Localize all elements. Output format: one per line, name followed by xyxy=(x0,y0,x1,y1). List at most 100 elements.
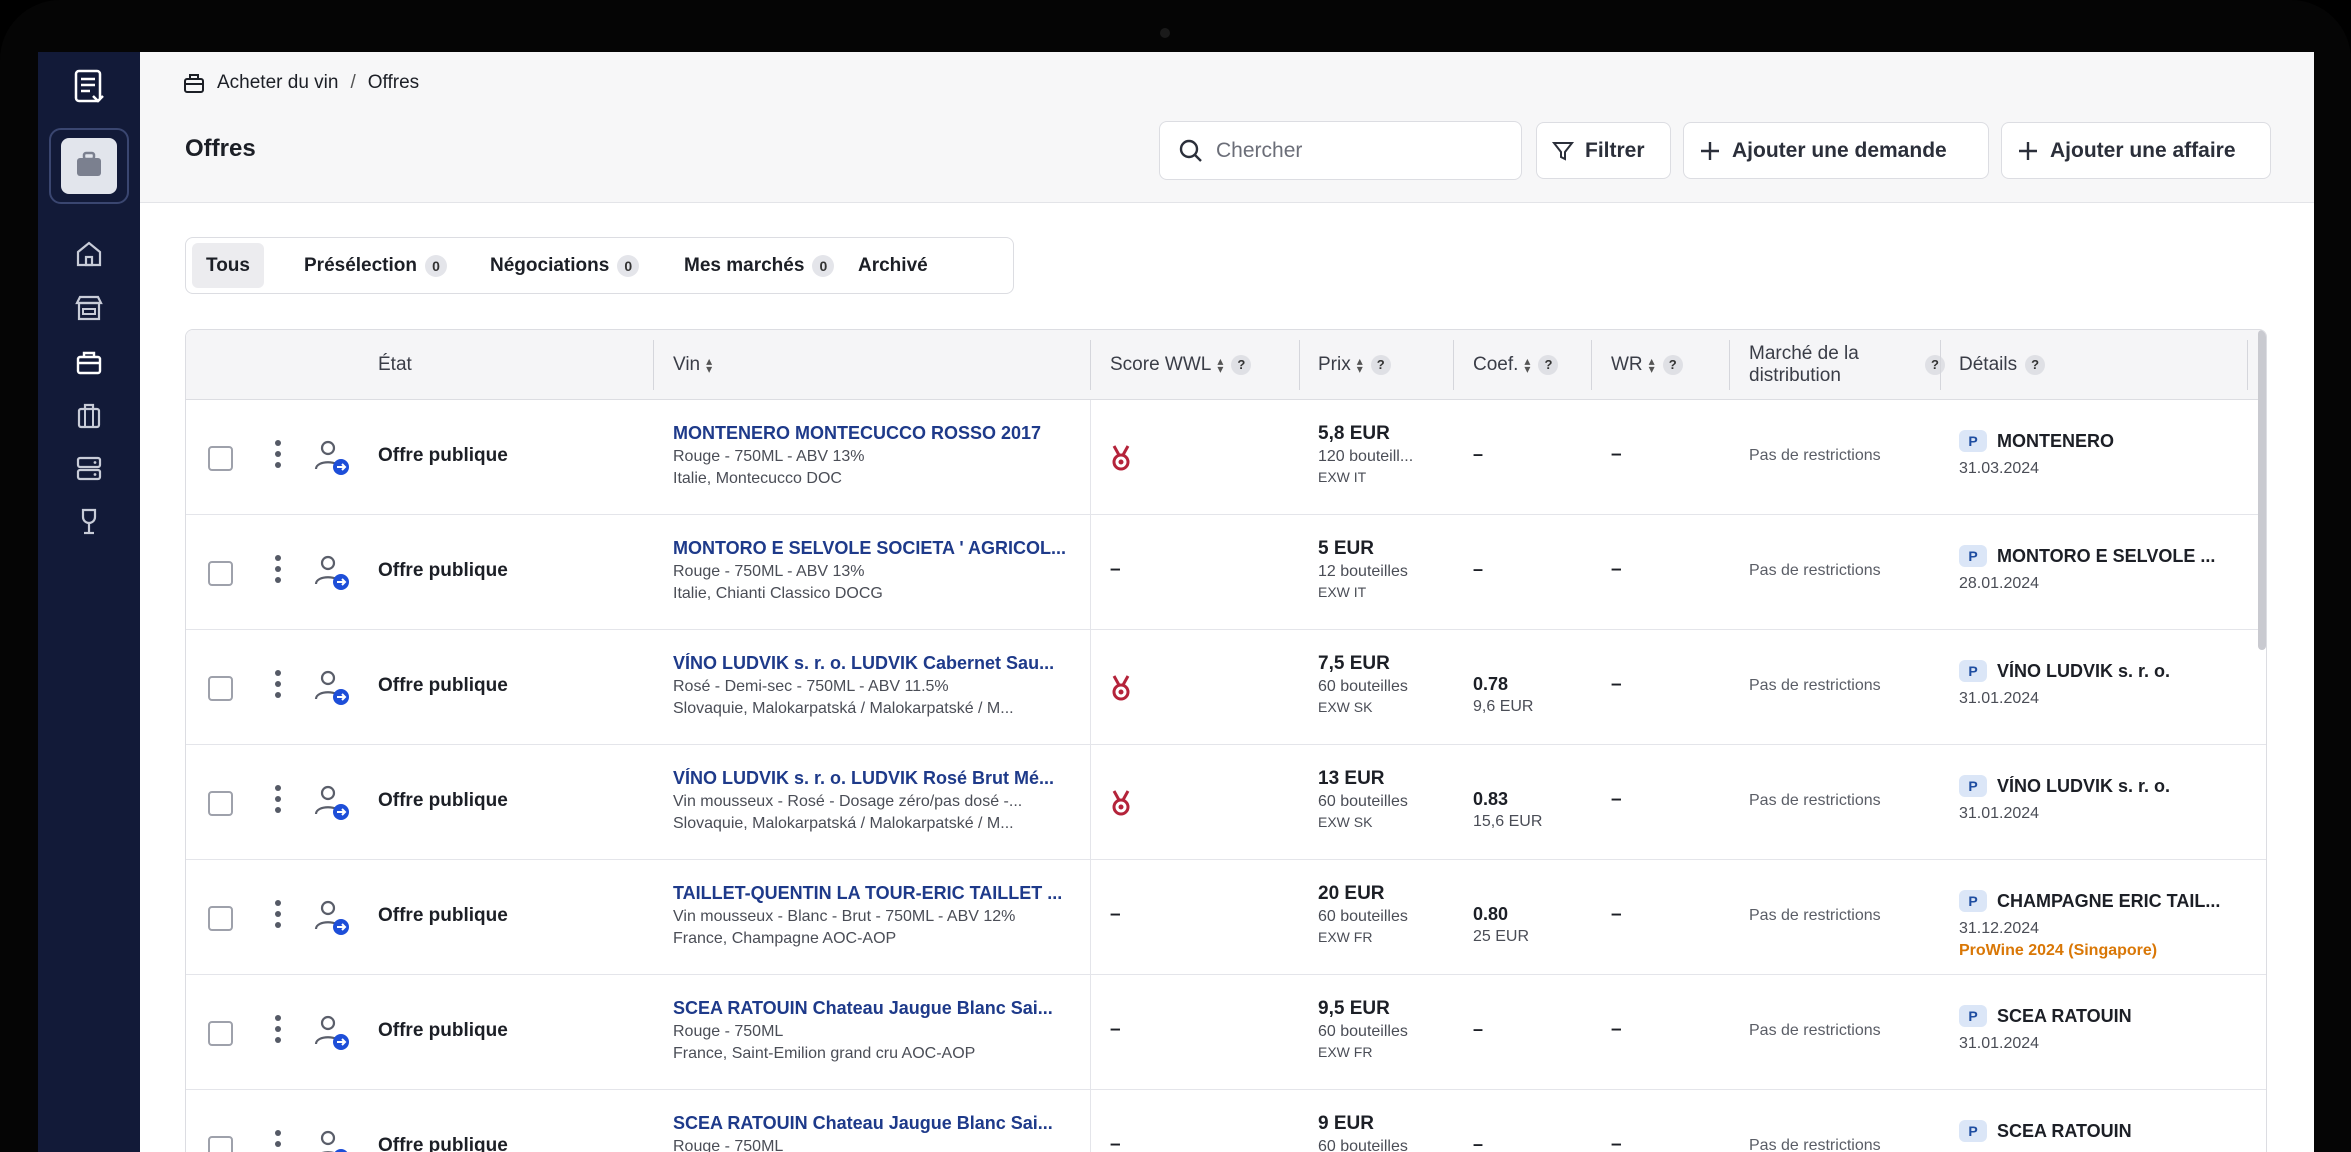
tab-negotiations-count: 0 xyxy=(617,254,640,277)
score-value: – xyxy=(1110,1019,1121,1040)
kebab-icon[interactable] xyxy=(274,900,282,934)
user-add-icon[interactable] xyxy=(312,552,352,592)
kebab-icon[interactable] xyxy=(274,1015,282,1049)
column-wine[interactable]: Vin ▴ ▾ xyxy=(673,330,712,400)
row-checkbox[interactable] xyxy=(208,446,233,471)
app-screen: Acheter du vin / Offres Offres Filtrer xyxy=(38,52,2314,1152)
column-market-label-1: Marché de la xyxy=(1749,343,1859,364)
row-checkbox[interactable] xyxy=(208,791,233,816)
row-checkbox[interactable] xyxy=(208,1136,233,1152)
kebab-icon[interactable] xyxy=(274,670,282,704)
luggage-icon[interactable] xyxy=(73,400,105,432)
kebab-icon[interactable] xyxy=(274,555,282,589)
sort-icon[interactable]: ▴ ▾ xyxy=(706,355,712,375)
filter-button[interactable]: Filtrer xyxy=(1536,122,1671,179)
help-icon[interactable]: ? xyxy=(1231,355,1252,375)
row-checkbox[interactable] xyxy=(208,676,233,701)
wine-attributes: Rouge - 750ML xyxy=(673,1138,784,1152)
column-coef[interactable]: Coef. ▴ ▾ ? xyxy=(1473,330,1559,400)
wr-value: – xyxy=(1611,904,1622,925)
column-score[interactable]: Score WWL ▴ ▾ ? xyxy=(1110,330,1252,400)
row-checkbox[interactable] xyxy=(208,906,233,931)
kebab-icon[interactable] xyxy=(274,785,282,819)
wine-name-link[interactable]: VÍNO LUDVIK s. r. o. LUDVIK Rosé Brut Mé… xyxy=(673,768,1073,789)
seller-name[interactable]: VÍNO LUDVIK s. r. o. xyxy=(1997,661,2170,682)
help-icon[interactable]: ? xyxy=(1538,355,1559,375)
cell-divider xyxy=(1090,515,1091,630)
search-box[interactable] xyxy=(1159,121,1522,180)
table-row[interactable]: Offre publique VÍNO LUDVIK s. r. o. LUDV… xyxy=(186,745,2266,860)
wine-info: MONTENERO MONTECUCCO ROSSO 2017 Rouge - … xyxy=(673,423,1073,488)
scrollbar[interactable] xyxy=(2258,330,2266,650)
distribution-market: Pas de restrictions xyxy=(1749,1022,1881,1039)
user-add-icon[interactable] xyxy=(312,897,352,937)
table-row[interactable]: Offre publique SCEA RATOUIN Chateau Jaug… xyxy=(186,1090,2266,1152)
seller-name[interactable]: MONTENERO xyxy=(1997,431,2114,452)
table-row[interactable]: Offre publique MONTORO E SELVOLE SOCIETA… xyxy=(186,515,2266,630)
table-row[interactable]: Offre publique SCEA RATOUIN Chateau Jaug… xyxy=(186,975,2266,1090)
score-cell: – xyxy=(1110,1134,1121,1152)
tab-archived[interactable]: Archivé xyxy=(844,243,942,288)
producer-badge: P xyxy=(1959,660,1987,682)
search-input[interactable] xyxy=(1216,138,1496,163)
seller-name[interactable]: CHAMPAGNE ERIC TAIL... xyxy=(1997,891,2220,912)
table-row[interactable]: Offre publique VÍNO LUDVIK s. r. o. LUDV… xyxy=(186,630,2266,745)
wine-name-link[interactable]: SCEA RATOUIN Chateau Jaugue Blanc Sai... xyxy=(673,998,1073,1019)
distribution-market: Pas de restrictions xyxy=(1749,907,1881,924)
add-deal-button[interactable]: Ajouter une affaire xyxy=(2001,122,2271,179)
wine-name-link[interactable]: MONTORO E SELVOLE SOCIETA ' AGRICOL... xyxy=(673,538,1073,559)
help-icon[interactable]: ? xyxy=(2025,355,2046,375)
row-checkbox[interactable] xyxy=(208,561,233,586)
coef-value: – xyxy=(1473,1134,1484,1152)
wine-region: Slovaquie, Malokarpatská / Malokarpatské… xyxy=(673,815,1014,832)
kebab-icon[interactable] xyxy=(274,1130,282,1152)
wine-name-link[interactable]: SCEA RATOUIN Chateau Jaugue Blanc Sai... xyxy=(673,1113,1073,1134)
logo-icon[interactable] xyxy=(71,68,107,106)
column-price[interactable]: Prix ▴ ▾ ? xyxy=(1318,330,1391,400)
wine-glass-icon[interactable] xyxy=(73,506,105,538)
wine-name-link[interactable]: TAILLET-QUENTIN LA TOUR-ERIC TAILLET ... xyxy=(673,883,1073,904)
row-checkbox[interactable] xyxy=(208,1021,233,1046)
help-icon[interactable]: ? xyxy=(1370,355,1391,375)
table-row[interactable]: Offre publique TAILLET-QUENTIN LA TOUR-E… xyxy=(186,860,2266,975)
home-icon[interactable] xyxy=(73,238,105,270)
sort-icon[interactable]: ▴ ▾ xyxy=(1357,355,1363,375)
sidebar-item-active[interactable] xyxy=(49,128,129,204)
help-icon[interactable]: ? xyxy=(1662,355,1683,375)
tab-my-markets[interactable]: Mes marchés 0 xyxy=(670,243,848,288)
user-add-icon[interactable] xyxy=(312,667,352,707)
wine-info: MONTORO E SELVOLE SOCIETA ' AGRICOL... R… xyxy=(673,538,1073,603)
cell-divider xyxy=(1090,745,1091,860)
tab-preselection[interactable]: Présélection 0 xyxy=(290,243,461,288)
kebab-icon[interactable] xyxy=(274,440,282,474)
price-value: 7,5 EUR xyxy=(1318,653,1390,674)
seller-name[interactable]: VÍNO LUDVIK s. r. o. xyxy=(1997,776,2170,797)
shopping-bag-icon[interactable] xyxy=(73,346,105,378)
wine-name-link[interactable]: MONTENERO MONTECUCCO ROSSO 2017 xyxy=(673,423,1073,444)
offer-date: 31.01.2024 xyxy=(1959,690,2040,707)
seller-name[interactable]: SCEA RATOUIN xyxy=(1997,1121,2132,1142)
wine-name-link[interactable]: VÍNO LUDVIK s. r. o. LUDVIK Cabernet Sau… xyxy=(673,653,1073,674)
sort-icon[interactable]: ▴ ▾ xyxy=(1524,355,1530,375)
add-request-button[interactable]: Ajouter une demande xyxy=(1683,122,1989,179)
column-wr[interactable]: WR ▴ ▾ ? xyxy=(1611,330,1683,400)
details-cell: P SCEA RATOUIN xyxy=(1959,1120,2244,1150)
store-icon[interactable] xyxy=(73,292,105,324)
sort-icon[interactable]: ▴ ▾ xyxy=(1217,355,1223,375)
seller-name[interactable]: MONTORO E SELVOLE ... xyxy=(1997,546,2215,567)
server-icon[interactable] xyxy=(73,452,105,484)
user-add-icon[interactable] xyxy=(312,782,352,822)
user-add-icon[interactable] xyxy=(312,437,352,477)
event-link[interactable]: ProWine 2024 (Singapore) xyxy=(1959,942,2244,960)
table-row[interactable]: Offre publique MONTENERO MONTECUCCO ROSS… xyxy=(186,400,2266,515)
tab-all[interactable]: Tous xyxy=(192,243,264,288)
wr-value: – xyxy=(1611,444,1622,465)
tab-negotiations[interactable]: Négociations 0 xyxy=(476,243,653,288)
user-add-icon[interactable] xyxy=(312,1012,352,1052)
sort-icon[interactable]: ▴ ▾ xyxy=(1649,355,1655,375)
help-icon[interactable]: ? xyxy=(1925,355,1945,375)
seller-name[interactable]: SCEA RATOUIN xyxy=(1997,1006,2132,1027)
offer-date: 31.01.2024 xyxy=(1959,805,2040,822)
breadcrumb-section[interactable]: Acheter du vin xyxy=(217,72,338,94)
user-add-icon[interactable] xyxy=(312,1127,352,1152)
